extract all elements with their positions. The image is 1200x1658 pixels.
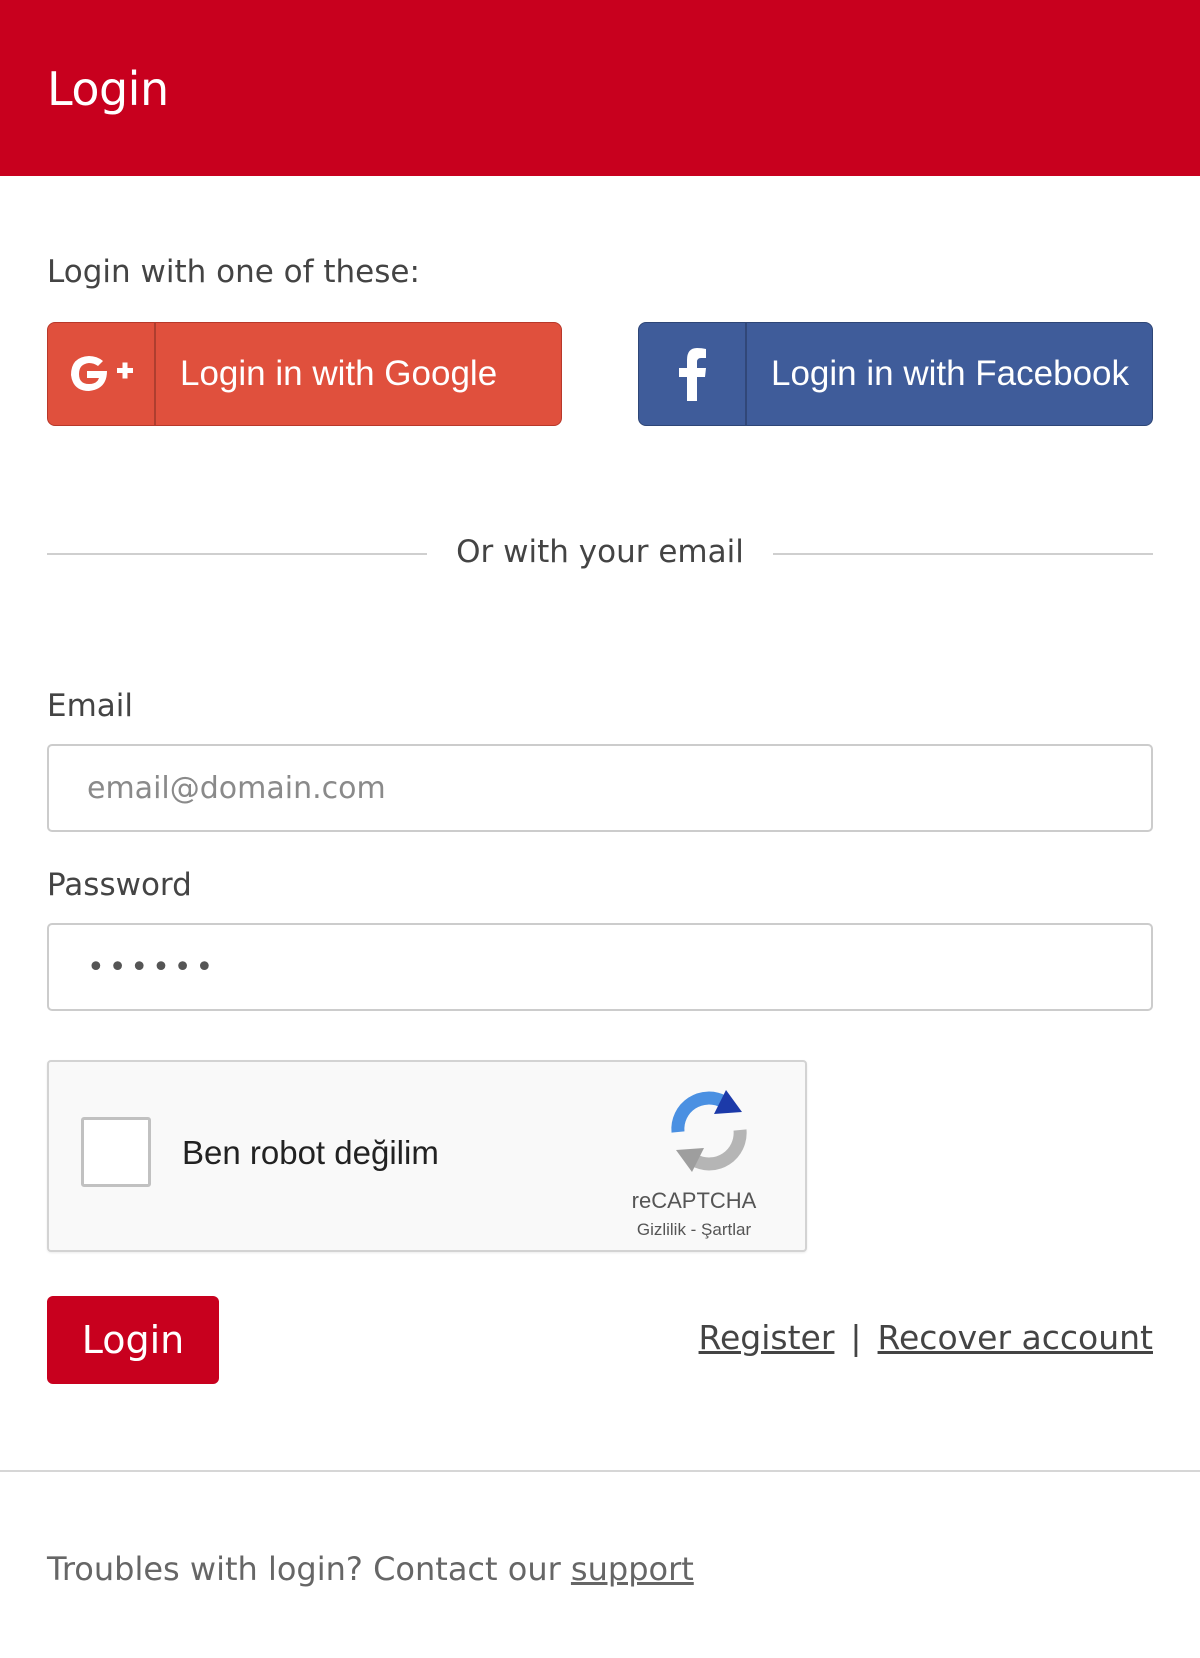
email-field[interactable] — [47, 744, 1153, 832]
divider-text: Or with your email — [456, 534, 744, 570]
recaptcha-icon — [664, 1086, 754, 1176]
password-field[interactable] — [47, 923, 1153, 1011]
recaptcha-privacy-terms[interactable]: Gizlilik - Şartlar — [609, 1220, 779, 1240]
password-label: Password — [47, 867, 192, 903]
links-separator: | — [850, 1318, 862, 1357]
facebook-icon — [639, 323, 747, 425]
login-button[interactable]: Login — [47, 1296, 219, 1384]
page-header: Login — [0, 0, 1200, 176]
recaptcha-widget: Ben robot değilim reCAPTCHA Gizlilik - Ş… — [47, 1060, 807, 1252]
footer-help-text: Troubles with login? Contact our — [47, 1550, 561, 1588]
account-links: Register | Recover account — [699, 1318, 1153, 1357]
recover-account-link[interactable]: Recover account — [878, 1318, 1153, 1357]
footer-divider — [0, 1470, 1200, 1472]
recaptcha-label: Ben robot değilim — [182, 1134, 439, 1171]
email-divider: Or with your email — [47, 528, 1153, 578]
support-link[interactable]: support — [571, 1550, 694, 1588]
register-link[interactable]: Register — [699, 1318, 835, 1357]
divider-line-right — [773, 553, 1153, 555]
google-login-button[interactable]: Login in with Google — [47, 322, 562, 426]
email-label: Email — [47, 688, 134, 724]
facebook-login-button[interactable]: Login in with Facebook — [638, 322, 1153, 426]
google-plus-icon — [48, 323, 156, 425]
recaptcha-checkbox[interactable] — [81, 1117, 151, 1187]
facebook-login-label: Login in with Facebook — [771, 354, 1129, 393]
page-title: Login — [47, 62, 169, 116]
social-login-intro: Login with one of these: — [47, 254, 420, 290]
recaptcha-brand: reCAPTCHA — [631, 1188, 757, 1213]
google-login-label: Login in with Google — [180, 354, 498, 393]
footer-help: Troubles with login? Contact our support — [47, 1550, 694, 1588]
